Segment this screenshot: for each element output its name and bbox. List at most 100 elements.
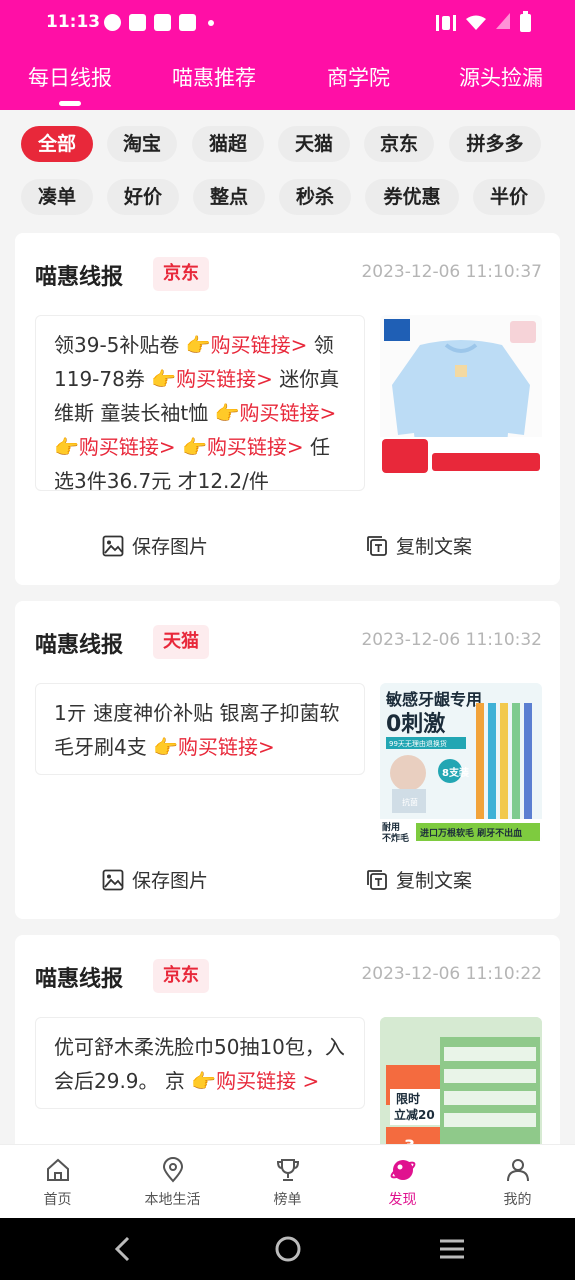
category-filter: 全部 淘宝 猫超 天猫 京东 拼多多 凑单 好价 整点 秒杀 券优惠 半价 [0,110,575,228]
nav-label: 本地生活 [144,1192,201,1208]
pointing-hand-icon: 👉 [191,1069,217,1093]
notification-icon [104,14,121,31]
chip-pinduoduo[interactable]: 拼多多 [449,126,541,162]
nav-home[interactable]: 首页 [0,1155,115,1209]
tab-source-deals[interactable]: 源头捡漏 [459,62,543,92]
chip-on-the-hour[interactable]: 整点 [193,179,265,215]
more-notifications-icon [208,19,214,26]
back-icon[interactable] [110,1234,136,1264]
img-text: 8支装 [442,766,469,779]
copy-icon [367,869,387,890]
img-text: 不炸毛 [382,832,409,843]
copy-text-button[interactable]: 复制文案 [366,866,472,893]
pointing-hand-icon: 👉 [182,435,207,459]
top-tabs: 每日线报 喵惠推荐 商学院 源头捡漏 [0,62,575,102]
chip-coudan[interactable]: 凑单 [21,179,93,215]
platform-tag: 京东 [153,959,209,993]
recents-menu-icon[interactable] [438,1234,466,1264]
card-timestamp: 2023-12-06 11:10:22 [361,964,542,984]
pointing-hand-icon: 👉 [153,735,178,759]
img-text: 抗菌 [402,797,418,807]
platform-tag: 京东 [153,257,209,291]
system-navigation-bar [0,1218,575,1280]
save-image-button[interactable]: 保存图片 [102,532,208,559]
nav-discover[interactable]: 发现 [345,1155,460,1209]
img-text: 进口万根软毛 刷牙不出血 [420,827,522,839]
pointing-hand-icon: 👉 [185,333,211,357]
save-image-label: 保存图片 [132,536,209,558]
app-header: 11:13 每日线报 喵惠推荐 商学院 源头捡漏 [0,0,575,110]
platform-tag: 天猫 [153,625,209,659]
home-circle-icon[interactable] [274,1234,302,1264]
chip-maochao[interactable]: 猫超 [192,126,264,162]
vibrate-icon [436,15,456,31]
copy-text-label: 复制文案 [396,870,473,892]
buy-link[interactable]: 购买链接 > [216,1069,319,1093]
buy-link[interactable]: 购买链接> [176,367,273,391]
status-time: 11:13 [46,12,101,32]
chip-good-price[interactable]: 好价 [107,179,179,215]
buy-link[interactable]: 购买链接> [178,735,275,759]
discover-planet-icon [390,1160,415,1180]
buy-link[interactable]: 购买链接> [79,435,176,459]
card-timestamp: 2023-12-06 11:10:37 [361,262,542,282]
nav-mine[interactable]: 我的 [460,1155,575,1209]
chip-half-price[interactable]: 半价 [473,179,545,215]
chip-taobao[interactable]: 淘宝 [107,126,177,162]
chip-tmall[interactable]: 天猫 [278,126,350,162]
card-title: 喵惠线报 [35,967,124,992]
nav-ranking[interactable]: 榜单 [230,1155,345,1209]
buy-link[interactable]: 购买链接> [207,435,304,459]
status-bar: 11:13 [0,0,575,46]
img-text: 限时 [396,1091,420,1106]
tab-business-school[interactable]: 商学院 [327,62,390,92]
deal-description: 1亓 速度神价补贴 银离子抑菌软毛牙刷4支 👉购买链接> [35,683,365,775]
app-notification-icon [129,14,146,31]
save-image-button[interactable]: 保存图片 [102,866,208,893]
chip-jd[interactable]: 京东 [364,126,434,162]
app-notification-icon [154,14,171,31]
img-text: 99天无理由退换货 [389,739,447,748]
product-image-toothbrush[interactable]: 敏感牙龈专用 0刺激 99天无理由退换货 8支装 抗菌 耐用 不炸毛 进口万根软… [380,683,542,843]
chip-all[interactable]: 全部 [21,126,93,162]
chip-flash-sale[interactable]: 秒杀 [279,179,351,215]
nav-label: 榜单 [273,1192,302,1208]
copy-icon [367,535,387,556]
copy-text-button[interactable]: 复制文案 [366,532,472,559]
img-text: 3 [404,1136,415,1144]
nav-label: 发现 [388,1192,417,1208]
signal-icon [496,13,510,33]
bottom-navigation: 首页 本地生活 榜单 发现 我的 [0,1144,575,1218]
trophy-icon [276,1159,299,1181]
pointing-hand-icon: 👉 [214,401,240,425]
buy-link[interactable]: 购买链接> [211,333,308,357]
deal-description: 领39-5补贴卷 👉购买链接> 领119-78券 👉购买链接> 迷你真维斯 童装… [35,315,365,493]
img-text: 敏感牙龈专用 [385,690,482,709]
pointing-hand-icon: 👉 [54,435,79,459]
nav-local-life[interactable]: 本地生活 [115,1155,230,1209]
deal-card[interactable]: 喵惠线报 天猫 2023-12-06 11:10:32 1亓 速度神价补贴 银离… [15,601,560,919]
deal-card[interactable]: 喵惠线报 京东 2023-12-06 11:10:37 领39-5补贴卷 👉购买… [15,233,560,585]
tab-daily-report[interactable]: 每日线报 [28,62,112,92]
location-pin-icon [162,1157,183,1183]
product-image-face-towel[interactable]: 限时 立减20 3 [380,1017,542,1144]
img-text: 0刺激 [386,711,445,737]
deal-card[interactable]: 喵惠线报 京东 2023-12-06 11:10:22 优可舒木柔洗脸巾50抽1… [15,935,560,1144]
battery-icon [520,11,531,32]
deal-description: 优可舒木柔洗脸巾50抽10包，入会后29.9。 京 👉购买链接 > [35,1017,365,1109]
image-icon [102,869,124,890]
img-text: 立减20 [394,1107,435,1122]
img-text: 耐用 [382,821,400,833]
tab-recommend[interactable]: 喵惠推荐 [172,62,256,92]
buy-link[interactable]: 购买链接> [239,401,336,425]
app-notification-icon [179,14,196,31]
card-title: 喵惠线报 [35,265,124,290]
save-image-label: 保存图片 [132,870,209,892]
chip-coupon[interactable]: 券优惠 [365,179,459,215]
product-image-sweatshirt[interactable] [380,315,542,475]
image-icon [102,535,124,556]
home-icon [46,1158,69,1181]
card-title: 喵惠线报 [35,633,124,658]
card-timestamp: 2023-12-06 11:10:32 [361,630,542,650]
copy-text-label: 复制文案 [396,536,473,558]
